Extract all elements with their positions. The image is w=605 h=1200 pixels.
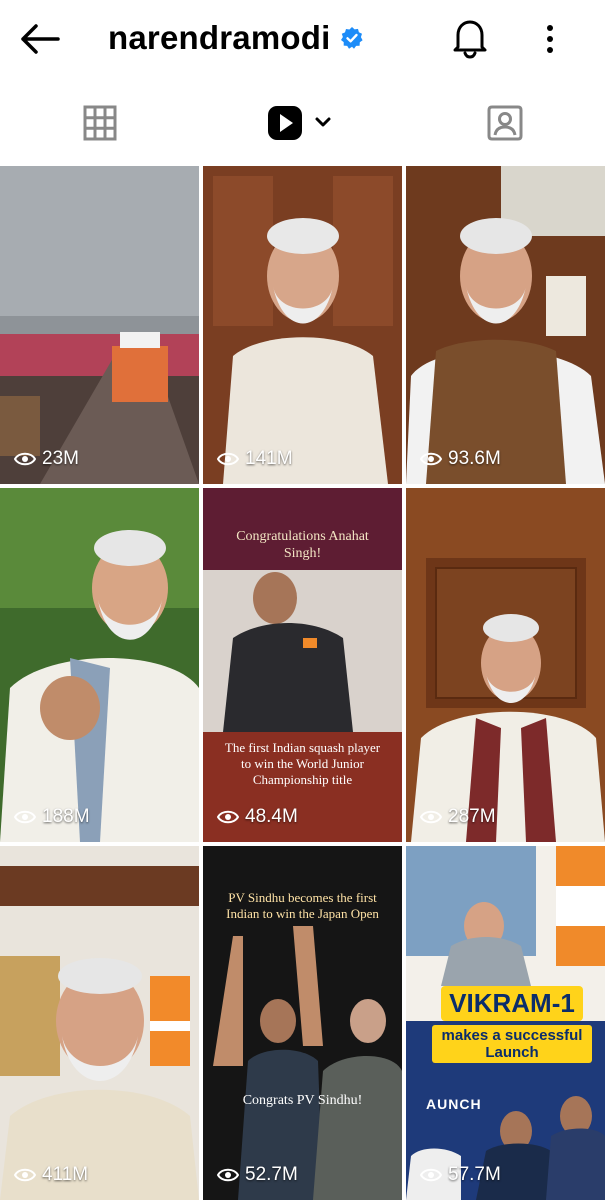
reel-caption-bottom: Congrats PV Sindhu! (242, 1093, 363, 1108)
reel-thumbnail-roadshow (0, 166, 199, 484)
eye-icon (217, 1168, 239, 1182)
reel-tile[interactable]: 141M (203, 166, 402, 484)
view-count: 141M (217, 448, 293, 470)
view-count-text: 48.4M (245, 806, 298, 827)
view-count-text: 141M (245, 448, 293, 469)
eye-icon (14, 452, 36, 466)
reel-tile[interactable]: PV Sindhu becomes the first Indian to wi… (203, 846, 402, 1200)
tagged-icon (487, 105, 522, 141)
view-count: 188M (14, 806, 90, 828)
tab-reels[interactable] (202, 80, 402, 166)
reel-headline-title: VIKRAM-1 (441, 986, 583, 1021)
view-count-text: 287M (448, 806, 496, 827)
view-count: 48.4M (217, 806, 298, 828)
view-count-text: 188M (42, 806, 90, 827)
tab-tagged[interactable] (404, 80, 605, 166)
view-count: 52.7M (217, 1164, 298, 1186)
reel-tile[interactable]: 287M (406, 488, 605, 842)
reel-caption-bottom: The first Indian squash player to win th… (224, 740, 381, 787)
eye-icon (14, 1168, 36, 1182)
view-count-text: 52.7M (245, 1164, 298, 1185)
eye-icon (420, 452, 442, 466)
reel-thumbnail-portrait (203, 166, 402, 484)
reel-headline-subtitle: makes a successful Launch (432, 1025, 592, 1063)
view-count-text: 23M (42, 448, 79, 469)
view-count: 23M (14, 448, 79, 470)
eye-icon (217, 452, 239, 466)
view-count-text: 57.7M (448, 1164, 501, 1185)
reel-thumbnail-portrait (406, 488, 605, 842)
reel-tile[interactable]: 188M (0, 488, 199, 842)
reel-tile[interactable]: 23M (0, 166, 199, 484)
reel-tile[interactable]: Congratulations Anahat Singh! The first … (203, 488, 402, 842)
eye-icon (217, 810, 239, 824)
view-count-text: 93.6M (448, 448, 501, 469)
verified-badge-icon (341, 27, 364, 49)
reels-icon (268, 106, 331, 140)
view-count: 93.6M (420, 448, 501, 470)
reel-caption-top: PV Sindhu becomes the first Indian to wi… (226, 890, 379, 921)
reel-thumbnail-garden (0, 488, 199, 842)
profile-title: narendramodi (108, 18, 364, 58)
eye-icon (420, 1168, 442, 1182)
reel-tile[interactable]: 93.6M (406, 166, 605, 484)
bell-icon[interactable] (450, 17, 490, 59)
view-count: 411M (14, 1164, 88, 1186)
reel-caption-top: Congratulations Anahat Singh! (236, 529, 369, 561)
more-vertical-icon[interactable] (538, 20, 562, 58)
reel-thumbnail-portrait (0, 846, 199, 1200)
profile-tabs (0, 80, 605, 243)
reel-tile[interactable]: 411M (0, 846, 199, 1200)
view-count: 57.7M (420, 1164, 501, 1186)
reel-thumbnail-portrait (406, 166, 605, 484)
back-arrow-icon[interactable] (18, 20, 62, 58)
grid-icon (83, 105, 117, 141)
reel-headline: VIKRAM-1 makes a successful Launch (432, 986, 592, 1063)
username[interactable]: narendramodi (108, 19, 330, 57)
profile-header: narendramodi (0, 0, 605, 80)
view-count-text: 411M (42, 1164, 89, 1185)
eye-icon (420, 810, 442, 824)
view-count: 287M (420, 806, 496, 828)
tab-grid[interactable] (0, 80, 200, 166)
eye-icon (14, 810, 36, 824)
reel-tile[interactable]: VIKRAM-1 makes a successful Launch AUNCH… (406, 846, 605, 1200)
reel-banner-text: AUNCH (426, 1096, 482, 1112)
